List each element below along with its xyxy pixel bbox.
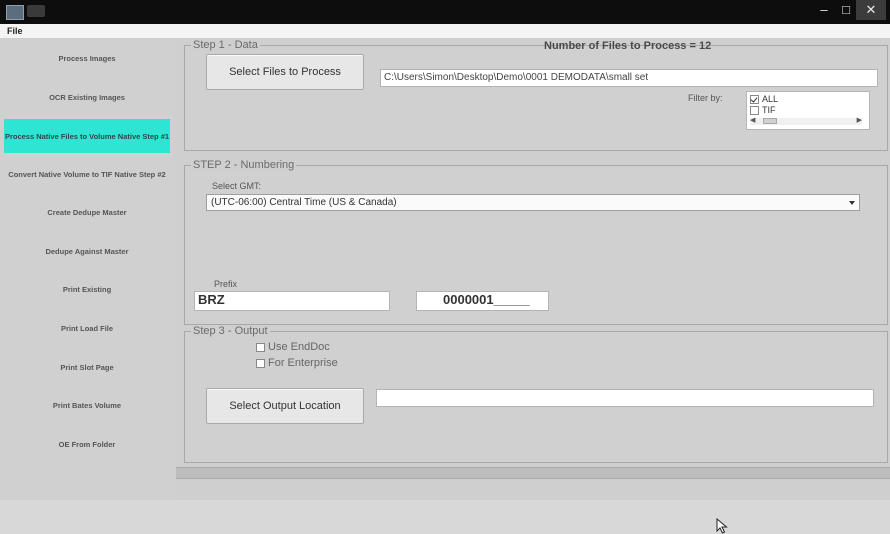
select-files-button[interactable]: Select Files to Process xyxy=(206,54,364,90)
prefix-input[interactable]: BRZ xyxy=(194,291,390,311)
filter-option-tif[interactable]: TIF xyxy=(750,105,776,116)
sidebar-item-process-native-files[interactable]: Process Native Files to Volume Native St… xyxy=(4,119,170,153)
filter-option-all[interactable]: ALL xyxy=(750,94,778,105)
menu-file[interactable]: File xyxy=(7,24,23,38)
use-enddoc-checkbox[interactable]: Use EndDoc xyxy=(256,341,330,353)
sidebar-item-print-slot-page[interactable]: Print Slot Page xyxy=(4,354,170,380)
status-bar xyxy=(176,467,890,479)
sidebar-item-print-load-file[interactable]: Print Load File xyxy=(4,315,170,341)
sidebar-item-convert-native-volume[interactable]: Convert Native Volume to TIF Native Step… xyxy=(4,159,170,189)
scroll-thumb[interactable] xyxy=(763,118,777,124)
checkbox-icon[interactable] xyxy=(256,342,265,352)
sidebar-item-print-existing[interactable]: Print Existing xyxy=(4,276,170,302)
output-path-field[interactable] xyxy=(376,389,874,407)
app-icon xyxy=(6,5,24,20)
title-bar: – □ ✕ xyxy=(0,0,890,24)
menu-bar: File xyxy=(0,24,890,39)
filter-listbox[interactable]: ALL TIF ◀ ▶ xyxy=(746,91,870,130)
main-panel: Step 1 - Data Number of Files to Process… xyxy=(176,39,890,534)
scroll-right-icon[interactable]: ▶ xyxy=(857,116,862,124)
sidebar-item-ocr-existing-images[interactable]: OCR Existing Images xyxy=(4,84,170,110)
select-output-button[interactable]: Select Output Location xyxy=(206,388,364,424)
prefix-label: Prefix xyxy=(214,279,238,289)
timezone-select[interactable]: (UTC-06:00) Central Time (US & Canada) xyxy=(206,194,860,211)
close-icon[interactable]: ✕ xyxy=(856,0,886,20)
for-enterprise-checkbox[interactable]: For Enterprise xyxy=(256,357,338,369)
checkbox-icon[interactable] xyxy=(256,358,265,368)
start-number-input[interactable]: 0000001_____ xyxy=(416,291,549,311)
step2-title: STEP 2 - Numbering xyxy=(191,159,297,171)
checkbox-icon[interactable] xyxy=(750,95,759,105)
window-title xyxy=(27,5,45,17)
sidebar-item-process-images[interactable]: Process Images xyxy=(4,45,170,71)
chevron-down-icon[interactable] xyxy=(849,201,855,205)
checkbox-icon[interactable] xyxy=(750,106,759,116)
input-path-field[interactable]: C:\Users\Simon\Desktop\Demo\0001 DEMODAT… xyxy=(380,69,878,87)
step1-title: Step 1 - Data xyxy=(191,39,260,51)
mouse-cursor-icon xyxy=(716,518,728,534)
files-count-label: Number of Files to Process = 12 xyxy=(544,40,712,52)
sidebar-item-print-bates-volume[interactable]: Print Bates Volume xyxy=(4,392,170,418)
sidebar-item-dedupe-against-master[interactable]: Dedupe Against Master xyxy=(4,238,170,264)
sidebar-item-oe-from-folder[interactable]: OE From Folder xyxy=(4,431,170,457)
step3-title: Step 3 - Output xyxy=(191,325,270,337)
timezone-label: Select GMT: xyxy=(212,181,262,191)
filter-scrollbar[interactable]: ◀ ▶ xyxy=(750,116,862,125)
sidebar-item-create-dedupe-master[interactable]: Create Dedupe Master xyxy=(4,199,170,225)
scroll-left-icon[interactable]: ◀ xyxy=(750,116,755,124)
filter-label: Filter by: xyxy=(688,93,723,103)
sidebar: Process Images OCR Existing Images Proce… xyxy=(0,39,177,500)
